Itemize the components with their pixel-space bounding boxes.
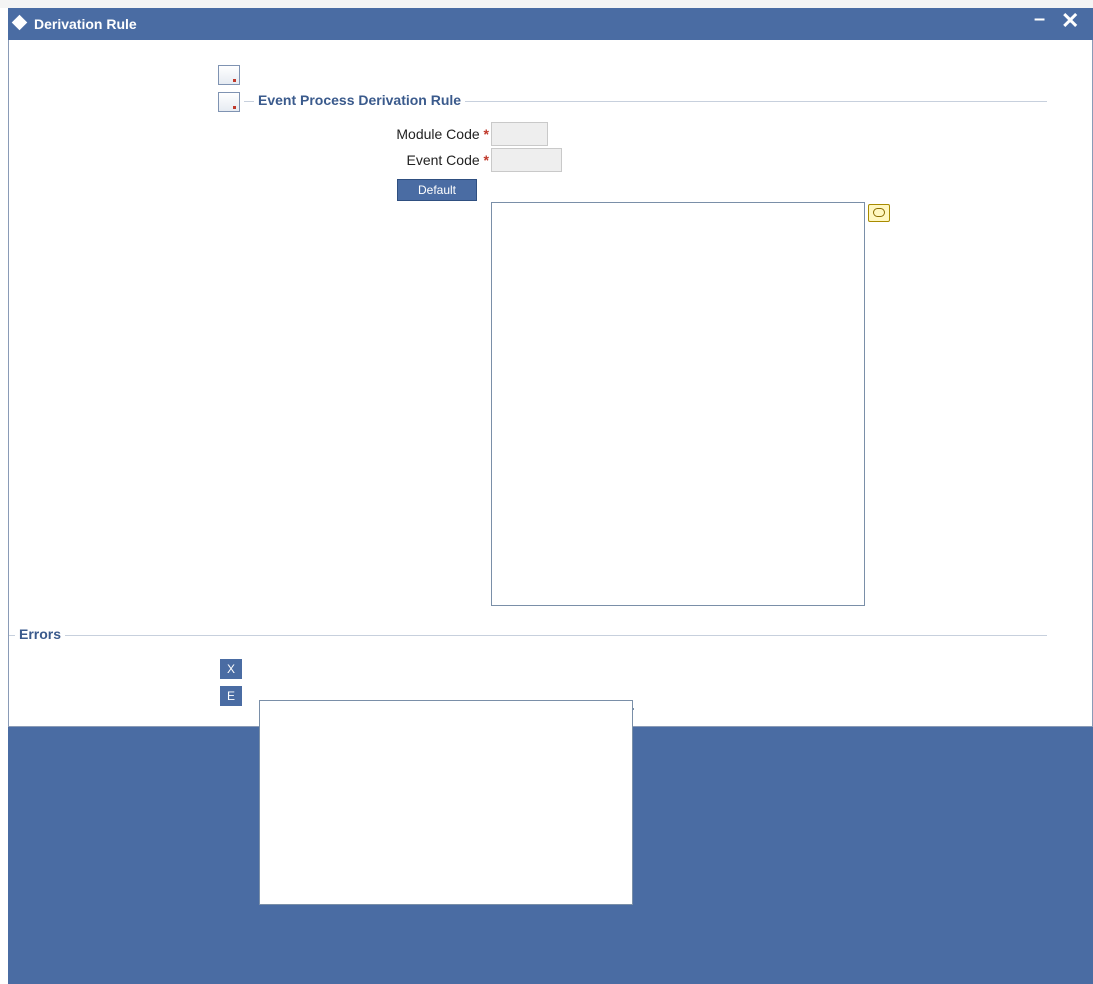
errors-divider: [9, 635, 1047, 636]
diamond-icon: [11, 14, 28, 31]
title-bar: Derivation Rule – ✕: [8, 8, 1093, 40]
document-icon[interactable]: [218, 92, 240, 112]
required-marker: *: [483, 152, 489, 168]
clear-errors-button[interactable]: X: [220, 659, 242, 679]
comment-icon[interactable]: [868, 204, 890, 222]
required-marker: *: [483, 126, 489, 142]
default-button[interactable]: Default: [397, 179, 477, 201]
minimize-icon[interactable]: –: [1034, 8, 1045, 31]
event-code-label-text: Event Code: [406, 152, 480, 168]
top-strip: [0, 0, 1093, 8]
document-icon[interactable]: [218, 65, 240, 85]
close-icon[interactable]: ✕: [1061, 8, 1079, 34]
rule-editor-textarea[interactable]: [491, 202, 865, 606]
module-code-label-text: Module Code: [396, 126, 480, 142]
dialog-body: Event Process Derivation Rule Module Cod…: [8, 40, 1093, 726]
section-title-errors: Errors: [15, 626, 66, 642]
module-code-label: Module Code *: [309, 126, 489, 142]
errors-textarea[interactable]: [259, 700, 633, 905]
module-code-input[interactable]: [491, 122, 548, 146]
error-details-button[interactable]: E: [220, 686, 242, 706]
event-code-input[interactable]: [491, 148, 562, 172]
event-code-label: Event Code *: [309, 152, 489, 168]
window-title: Derivation Rule: [34, 16, 137, 32]
section-title-event-process: Event Process Derivation Rule: [254, 92, 466, 108]
